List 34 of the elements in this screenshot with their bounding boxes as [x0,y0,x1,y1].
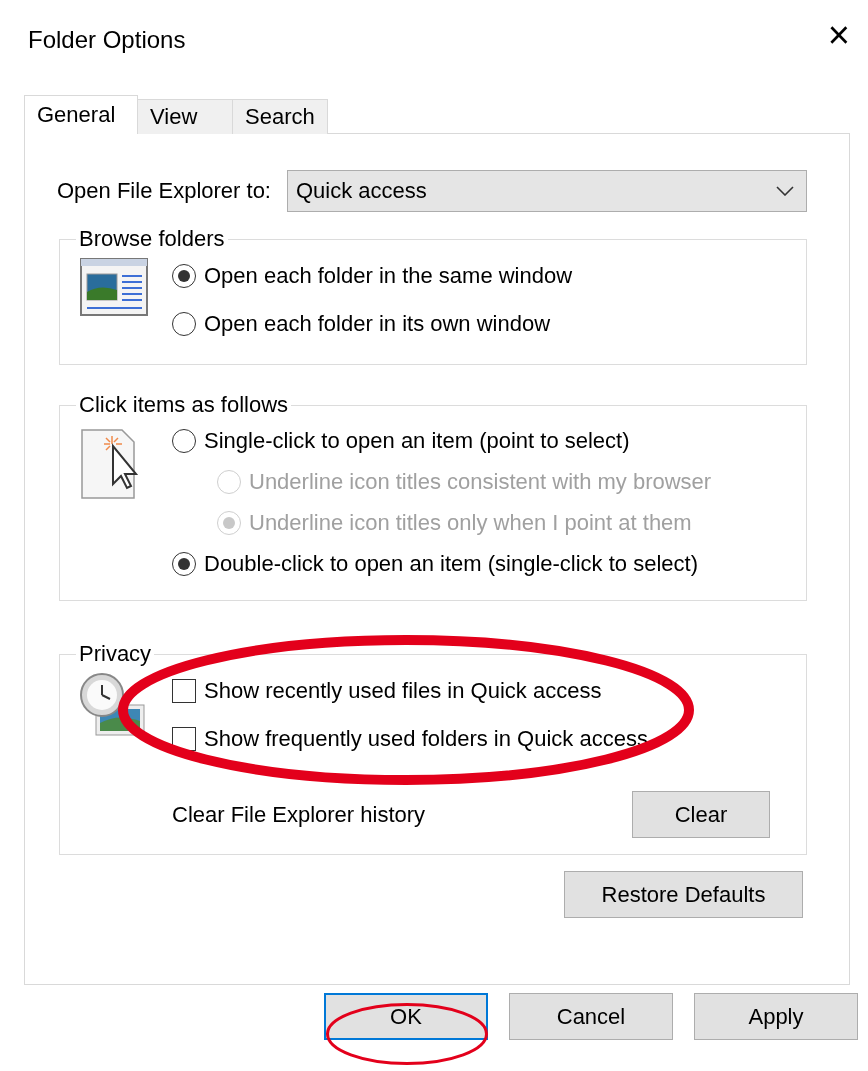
window-title: Folder Options [28,26,186,54]
clear-button[interactable]: Clear [632,791,770,838]
option-label: Underline icon titles only when I point at them [249,509,692,536]
dropdown[interactable]: Quick access [287,170,807,212]
restore-defaults-button[interactable]: Restore Defaults [564,871,803,918]
radio-button[interactable] [172,551,196,576]
checkbox-label: Show recently used files in Quick access [204,678,602,704]
tab[interactable]: Search [232,99,328,134]
dialog-button[interactable]: OK [324,993,488,1040]
checkbox[interactable] [172,679,196,703]
radio-button[interactable] [172,428,196,453]
checkbox[interactable] [172,727,196,751]
checkbox-label: Show frequently used folders in Quick access [204,726,648,752]
dialog-button[interactable]: Apply [694,993,858,1040]
group-title: Browse folders [78,226,226,252]
field-label: Open File Explorer to: [57,178,271,204]
clock-picture-icon [80,671,146,737]
option-label: Underline icon titles consistent with my browser [249,468,712,495]
option-label: Open each folder in its own window [204,311,551,337]
chevron-icon [776,186,794,196]
option-label: Double-click to open an item (single-click to select) [204,550,698,577]
cursor-document-icon [80,428,140,500]
group-title: Privacy [78,641,153,667]
option-label: Single-click to open an item (point to select) [204,427,630,454]
window-icon [80,258,148,316]
tab[interactable]: General [24,95,138,134]
option-label: Open each folder in the same window [204,263,573,289]
group-title: Click items as follows [78,392,290,418]
radio-button[interactable] [172,264,196,288]
tab[interactable]: View [137,99,233,134]
dialog-button[interactable]: Cancel [509,993,673,1040]
radio-button[interactable] [172,312,196,336]
history-label: Clear File Explorer history [172,801,426,828]
close-button[interactable]: × [827,16,850,54]
